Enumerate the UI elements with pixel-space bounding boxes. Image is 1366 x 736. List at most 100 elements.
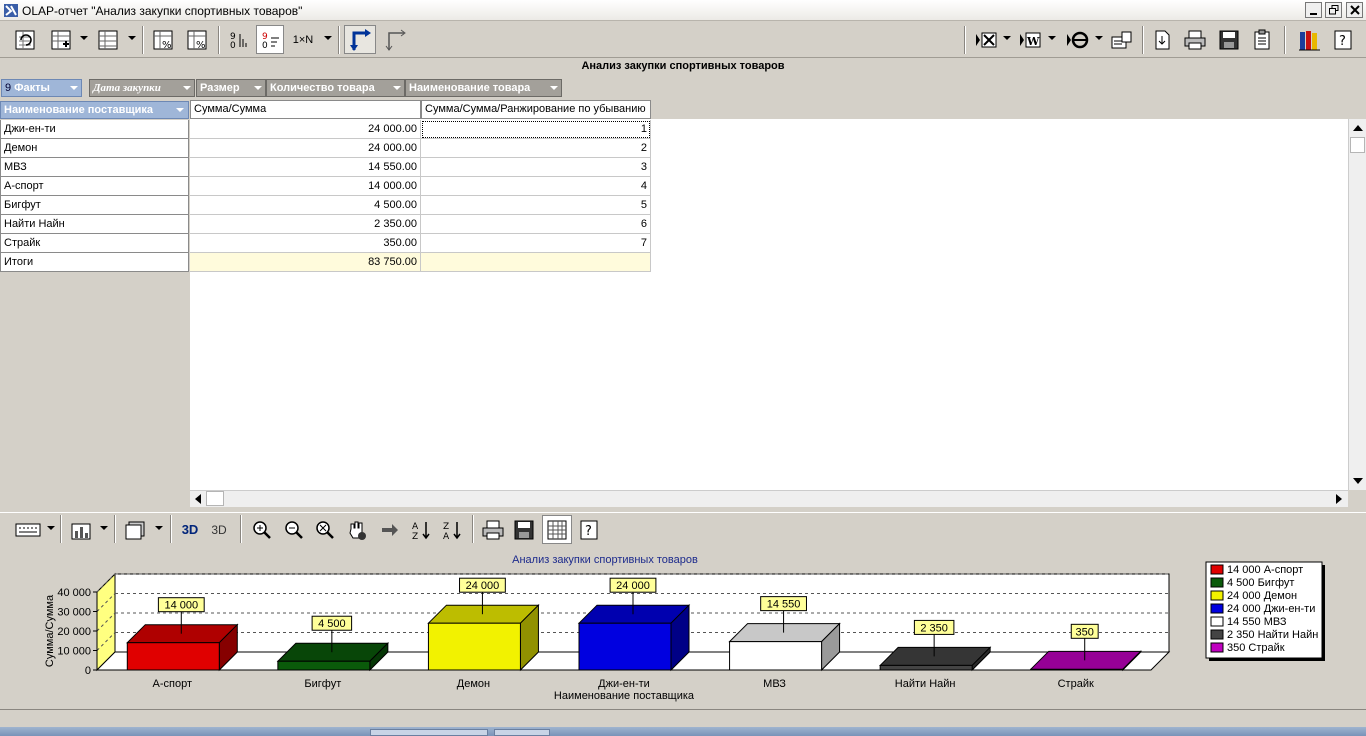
y-axis-label: Сумма/Сумма — [44, 594, 56, 667]
word-dropdown[interactable] — [1048, 36, 1056, 40]
scroll-right-icon[interactable] — [1336, 494, 1342, 504]
save-button[interactable] — [1214, 25, 1244, 54]
size-field-button[interactable]: Размер — [196, 79, 266, 97]
toggle-3d-rotate-label: 3D — [211, 522, 227, 537]
insert-row-button[interactable] — [46, 25, 76, 54]
percent-row-button[interactable]: % — [148, 25, 178, 54]
sort-desc-button[interactable]: ZA — [438, 515, 466, 544]
data-grid-toggle-button[interactable] — [542, 515, 572, 544]
scroll-up-icon[interactable] — [1353, 125, 1363, 131]
transpose-button[interactable] — [344, 25, 376, 54]
excel-dropdown[interactable] — [1003, 36, 1011, 40]
print-button[interactable] — [1180, 25, 1210, 54]
row-label[interactable]: МВЗ — [0, 158, 189, 177]
export-word-button[interactable]: W — [1016, 25, 1044, 54]
import-button[interactable] — [1148, 25, 1176, 54]
legend-swatch — [1210, 616, 1224, 627]
swap-axes-button[interactable] — [380, 25, 410, 54]
restore-button[interactable] — [1325, 2, 1342, 18]
vertical-scroll-thumb[interactable] — [1350, 137, 1365, 153]
rank-cell[interactable]: 2 — [421, 139, 651, 158]
chart-print-button[interactable] — [478, 515, 508, 544]
insert-row-dropdown[interactable] — [80, 36, 88, 40]
sum-cell[interactable]: 24 000.00 — [190, 120, 421, 139]
toggle-3d-rotate-button[interactable]: 3D — [204, 515, 234, 544]
chart-gallery-button[interactable] — [120, 515, 150, 544]
row-label[interactable]: А-спорт — [0, 177, 189, 196]
facts-field-button[interactable]: 9 Факты — [1, 79, 82, 97]
toolbar-separator — [114, 515, 116, 543]
close-button[interactable] — [1346, 2, 1363, 18]
row-label[interactable]: Найти Найн — [0, 215, 189, 234]
toolbar-separator — [1142, 26, 1144, 54]
toggle-3d-button[interactable]: 3D — [176, 515, 204, 544]
dictionary-button[interactable] — [1294, 25, 1326, 54]
rank-cell[interactable]: 7 — [421, 234, 651, 253]
keyboard-dropdown[interactable] — [47, 526, 55, 530]
top-n-button[interactable]: 1×N — [288, 25, 318, 54]
sum-cell[interactable]: 350.00 — [190, 234, 421, 253]
toolbar-separator — [1284, 26, 1286, 54]
sum-cell[interactable]: 14 000.00 — [190, 177, 421, 196]
export-file-button[interactable] — [1106, 25, 1136, 54]
quantity-field-button[interactable]: Количество товара — [266, 79, 405, 97]
clipboard-button[interactable] — [1248, 25, 1276, 54]
export-html-button[interactable] — [1062, 25, 1092, 54]
scroll-left-icon[interactable] — [195, 494, 201, 504]
rank-cell[interactable]: 1 — [421, 120, 651, 139]
next-button[interactable] — [376, 515, 404, 544]
rank-cell[interactable]: 5 — [421, 196, 651, 215]
chevron-down-icon — [176, 108, 184, 112]
row-label[interactable]: Страйк — [0, 234, 189, 253]
minimize-button[interactable] — [1305, 2, 1322, 18]
svg-text:Z: Z — [412, 532, 418, 541]
row-label[interactable]: Джи-ен-ти — [0, 120, 189, 139]
html-dropdown[interactable] — [1095, 36, 1103, 40]
sum-cell[interactable]: 14 550.00 — [190, 158, 421, 177]
chart-save-button[interactable] — [510, 515, 538, 544]
chart-help-button[interactable]: ? — [576, 515, 602, 544]
gallery-icon — [125, 521, 145, 539]
product-field-button[interactable]: Наименование товара — [405, 79, 562, 97]
gallery-dropdown[interactable] — [155, 526, 163, 530]
sum-cell[interactable]: 2 350.00 — [190, 215, 421, 234]
top-n-dropdown[interactable] — [324, 36, 332, 40]
supplier-field-button[interactable]: Наименование поставщика — [0, 101, 189, 119]
rank-cell[interactable]: 3 — [421, 158, 651, 177]
taskbar-item[interactable] — [370, 729, 488, 736]
pan-button[interactable] — [342, 515, 372, 544]
rank-button[interactable]: 90 — [256, 25, 284, 54]
chart-keyboard-button[interactable] — [12, 515, 44, 544]
zoom-reset-button[interactable] — [311, 515, 339, 544]
row-label[interactable]: Демон — [0, 139, 189, 158]
chart-type-dropdown[interactable] — [100, 526, 108, 530]
sum-cell[interactable]: 4 500.00 — [190, 196, 421, 215]
zoom-out-button[interactable] — [280, 515, 308, 544]
row-label[interactable]: Бигфут — [0, 196, 189, 215]
percent-col-button[interactable]: % — [182, 25, 212, 54]
horizontal-scroll-thumb[interactable] — [206, 491, 224, 506]
rank-cell[interactable]: 4 — [421, 177, 651, 196]
supplier-field-label: Наименование поставщика — [4, 104, 154, 116]
date-field-button[interactable]: Дата закупки — [89, 79, 195, 97]
sort-numeric-button[interactable]: 90 — [224, 25, 252, 54]
sort-asc-button[interactable]: AZ — [407, 515, 435, 544]
export-file-icon — [1111, 31, 1132, 48]
legend-item: 2 350 Найти Найн — [1227, 629, 1318, 641]
zoom-in-button[interactable] — [248, 515, 276, 544]
column-header-rank[interactable]: Сумма/Сумма/Ранжирование по убыванию — [421, 100, 651, 119]
taskbar-item[interactable] — [494, 729, 550, 736]
layout-button[interactable] — [93, 25, 123, 54]
sum-cell[interactable]: 24 000.00 — [190, 139, 421, 158]
export-excel-button[interactable] — [972, 25, 1000, 54]
rank-cell[interactable]: 6 — [421, 215, 651, 234]
vertical-scrollbar[interactable] — [1348, 119, 1366, 490]
column-header-sum[interactable]: Сумма/Сумма — [190, 100, 421, 119]
chart-type-button[interactable] — [66, 515, 96, 544]
main-toolbar: % % 90 90 1×N W ? — [0, 22, 1366, 58]
layout-dropdown[interactable] — [128, 36, 136, 40]
refresh-button[interactable] — [10, 25, 40, 54]
help-button[interactable]: ? — [1330, 25, 1356, 54]
scroll-down-icon[interactable] — [1353, 478, 1363, 484]
horizontal-scrollbar[interactable] — [190, 490, 1348, 507]
